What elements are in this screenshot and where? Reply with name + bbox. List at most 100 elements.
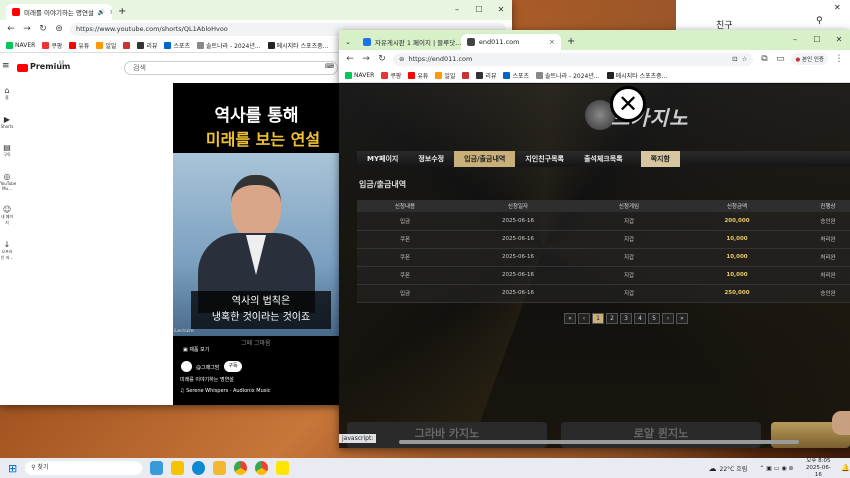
reload-icon[interactable]: ↻ xyxy=(377,54,387,64)
star-icon[interactable]: ☆ xyxy=(742,55,748,63)
new-tab-icon[interactable]: + xyxy=(118,4,126,20)
tab-close-icon[interactable]: × xyxy=(109,8,112,16)
page-next[interactable]: › xyxy=(662,313,674,324)
sticky-notes-icon[interactable] xyxy=(170,461,184,475)
bookmark-message[interactable]: 메시지타 스포츠중... xyxy=(606,71,667,80)
back-icon[interactable]: ← xyxy=(345,54,355,64)
menu-mypage[interactable]: MY페이지 xyxy=(357,151,408,167)
casino-tab-active[interactable]: end011.com × xyxy=(460,34,561,50)
clock[interactable]: 오후 8:05 2025-06-16 xyxy=(804,458,834,478)
bookmark-message[interactable]: 메시지타 스포츠중... xyxy=(267,41,328,50)
page-5[interactable]: 5 xyxy=(648,313,660,324)
popup-close-button[interactable]: ✕ xyxy=(610,86,646,122)
casino-address-bar[interactable]: ⊜ https://end011.com ⊡ ☆ xyxy=(393,52,754,66)
forward-icon[interactable]: → xyxy=(22,24,32,34)
maximize-icon[interactable]: ☐ xyxy=(468,0,490,20)
taskbar-search[interactable]: ⚲ 찾기 xyxy=(25,461,142,475)
subscribe-button[interactable]: 구독 xyxy=(224,361,242,372)
music-credit[interactable]: ♫ Serene Whispers · Audionix Music xyxy=(180,388,271,394)
bookmark-youtube[interactable]: 유튜 xyxy=(69,41,89,50)
bookmark-sports[interactable]: 스포츠 xyxy=(503,71,529,80)
sidepanel-icon[interactable]: ▭ xyxy=(775,54,785,64)
bookmark-daily[interactable]: 일일 xyxy=(96,41,116,50)
sidebar-item-mypage[interactable]: ☺ 내 페이지 xyxy=(0,205,14,226)
minimize-icon[interactable]: – xyxy=(784,30,806,50)
tab-close-icon[interactable]: × xyxy=(549,38,555,46)
maximize-icon[interactable]: ☐ xyxy=(806,30,828,50)
bookmark-y[interactable] xyxy=(123,41,131,49)
youtube-logo-icon[interactable] xyxy=(17,64,28,72)
site-info-icon[interactable]: ⊜ xyxy=(54,24,64,34)
yt-tab[interactable]: 미래를 이야기하는 명연설 🔊 × xyxy=(6,4,112,20)
bookmark-naver[interactable]: NAVER xyxy=(6,41,35,49)
menu-attendance[interactable]: 출석체크목록 xyxy=(574,151,633,167)
bookmark-salt[interactable]: 솔트나라 - 2024년... xyxy=(536,71,600,80)
reload-icon[interactable]: ↻ xyxy=(38,24,48,34)
windows-taskbar: ⊞ ⚲ 찾기 ☁ 22°C 흐림 ⌃ ▣ ▭ ◉ ⊚ 오후 8:05 2025-… xyxy=(0,458,850,478)
weather-icon[interactable]: ☁ xyxy=(709,464,717,473)
menu-icon[interactable]: ≡ xyxy=(2,61,10,71)
weather-text[interactable]: 22°C 흐림 xyxy=(720,464,748,473)
bookmark-coupang[interactable]: 쿠팡 xyxy=(381,71,401,80)
chrome-icon[interactable] xyxy=(233,461,247,475)
menu-friends[interactable]: 지인친구목록 xyxy=(515,151,574,167)
sidebar-item-subscriptions[interactable]: ▤ 구독 xyxy=(0,143,14,158)
chat-avatar-icon[interactable] xyxy=(832,411,850,435)
add-friend-icon[interactable]: ⚲ xyxy=(816,16,823,26)
bookmark-review[interactable]: 리뷰 xyxy=(137,41,157,50)
shorts-video-player[interactable]: 역사를 통해 미래를 보는 연설 역사의 법칙은 냉혹한 것이라는 것이죠 xyxy=(173,83,340,336)
bookmark-youtube[interactable]: 유튜 xyxy=(408,71,428,80)
translate-icon[interactable]: ⊡ xyxy=(732,55,737,63)
task-view-icon[interactable] xyxy=(149,461,163,475)
bookmark-daily[interactable]: 일일 xyxy=(435,71,455,80)
bookmark-review[interactable]: 리뷰 xyxy=(476,71,496,80)
page-prev[interactable]: ‹ xyxy=(578,313,590,324)
start-windows-icon[interactable]: ⊞ xyxy=(8,462,17,475)
kakaotalk-icon[interactable] xyxy=(275,461,289,475)
channel-name[interactable]: @그때그맘 xyxy=(196,364,219,371)
casino-tab-board[interactable]: 자유게시판 1 페이지 | 블루닷... × xyxy=(356,34,461,50)
minimize-icon[interactable]: – xyxy=(446,0,468,20)
back-icon[interactable]: ← xyxy=(6,24,16,34)
forward-icon[interactable]: → xyxy=(361,54,371,64)
profile-button[interactable]: ● 본인 인증 xyxy=(791,53,828,65)
sidebar-item-shorts[interactable]: ▶ Shorts xyxy=(0,115,14,129)
page-3[interactable]: 3 xyxy=(620,313,632,324)
bookmark-salt[interactable]: 솔트나라 - 2024년... xyxy=(197,41,261,50)
more-icon[interactable]: ⋮ xyxy=(834,54,844,64)
sidebar-item-downloads[interactable]: ↓ 오프라인 저... xyxy=(0,240,14,261)
page-first[interactable]: « xyxy=(564,313,576,324)
sidebar-item-music[interactable]: ◎ YouTube Mu... xyxy=(0,172,16,191)
new-tab-icon[interactable]: + xyxy=(567,34,575,50)
footer-button-1[interactable]: 그라바 카지노 xyxy=(347,422,547,448)
chrome-profile-icon[interactable] xyxy=(254,461,268,475)
page-last[interactable]: » xyxy=(676,313,688,324)
menu-messages[interactable]: 쪽지함 xyxy=(640,151,680,167)
product-view-button[interactable]: ▣ 제품 보기 xyxy=(183,346,209,353)
close-window-icon[interactable]: ✕ xyxy=(828,30,850,50)
menu-deposit-history[interactable]: 입금/출금내역 xyxy=(454,151,516,167)
yt-search-input[interactable]: 검색 xyxy=(124,61,338,75)
page-1[interactable]: 1 xyxy=(592,313,604,324)
keyboard-icon[interactable]: ⌨ xyxy=(325,63,334,70)
notification-icon[interactable]: 🔔 xyxy=(841,464,850,472)
close-window-icon[interactable]: ✕ xyxy=(490,0,512,20)
tray-icons[interactable]: ⌃ ▣ ▭ ◉ ⊚ xyxy=(759,465,793,472)
bookmark-sports[interactable]: 스포츠 xyxy=(164,41,190,50)
extensions-icon[interactable]: ⧉ xyxy=(759,54,769,64)
tab-search-icon[interactable]: ⌄ xyxy=(345,34,351,50)
bookmark-coupang[interactable]: 쿠팡 xyxy=(42,41,62,50)
channel-avatar[interactable] xyxy=(181,361,192,372)
footer-button-2[interactable]: 로얄 퀸지노 xyxy=(561,422,761,448)
bookmark-y[interactable] xyxy=(462,71,470,79)
casino-logo[interactable]: 드카지노 xyxy=(585,92,735,132)
friends-close-icon[interactable]: ✕ xyxy=(834,3,841,12)
bookmark-naver[interactable]: NAVER xyxy=(345,71,374,79)
explorer-icon[interactable] xyxy=(212,461,226,475)
page-4[interactable]: 4 xyxy=(634,313,646,324)
horizontal-scrollbar[interactable] xyxy=(399,440,799,444)
edge-icon[interactable] xyxy=(191,461,205,475)
sidebar-item-home[interactable]: ⌂ 홈 xyxy=(0,86,14,101)
page-2[interactable]: 2 xyxy=(606,313,618,324)
menu-edit-info[interactable]: 정보수정 xyxy=(408,151,454,167)
